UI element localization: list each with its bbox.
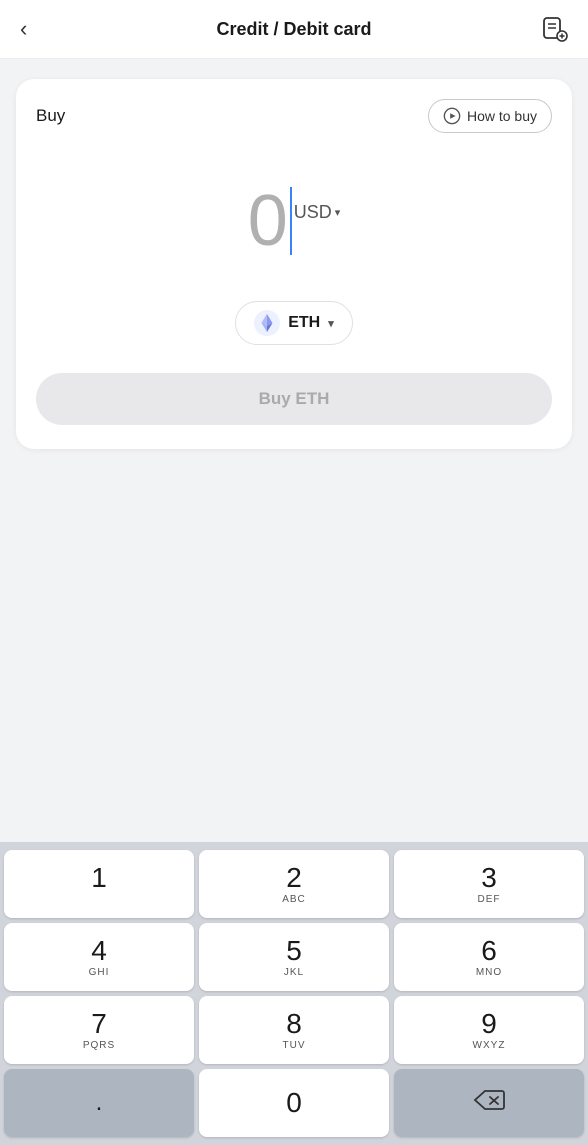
crypto-chevron-icon: ▾ [328,317,334,330]
chevron-down-icon: ▾ [335,206,341,219]
settings-icon [542,16,568,42]
crypto-selector[interactable]: ETH ▾ [235,301,353,345]
currency-selector[interactable]: USD ▾ [294,202,341,223]
key-9[interactable]: 9 WXYZ [394,996,584,1064]
currency-label: USD [294,202,332,223]
purchase-card: Buy How to buy 0 USD ▾ [16,79,572,449]
back-button[interactable]: ‹ [20,16,56,42]
key-6[interactable]: 6 MNO [394,923,584,991]
keyboard-row-3: 7 PQRS 8 TUV 9 WXYZ [4,996,584,1064]
key-backspace[interactable] [394,1069,584,1137]
keyboard-row-1: 1 2 ABC 3 DEF [4,850,584,918]
key-4[interactable]: 4 GHI [4,923,194,991]
buy-eth-button[interactable]: Buy ETH [36,373,552,425]
how-to-buy-button[interactable]: How to buy [428,99,552,133]
key-7[interactable]: 7 PQRS [4,996,194,1064]
eth-logo-icon [254,310,280,336]
settings-button[interactable] [532,16,568,42]
key-1[interactable]: 1 [4,850,194,918]
key-dot[interactable]: . [4,1069,194,1137]
how-to-buy-label: How to buy [467,108,537,124]
keyboard-row-4: . 0 [4,1069,584,1137]
key-5[interactable]: 5 JKL [199,923,389,991]
keyboard-row-2: 4 GHI 5 JKL 6 MNO [4,923,584,991]
amount-value: 0 [248,185,288,257]
key-2[interactable]: 2 ABC [199,850,389,918]
key-3[interactable]: 3 DEF [394,850,584,918]
amount-row: 0 USD ▾ [248,185,341,257]
play-icon [443,107,461,125]
header: ‹ Credit / Debit card [0,0,588,59]
card-top-row: Buy How to buy [36,99,552,133]
key-0[interactable]: 0 [199,1069,389,1137]
numpad-keyboard: 1 2 ABC 3 DEF 4 GHI 5 JKL 6 MNO 7 PQRS [0,842,588,1145]
key-8[interactable]: 8 TUV [199,996,389,1064]
backspace-icon [473,1089,505,1117]
crypto-symbol: ETH [288,314,320,332]
amount-area: 0 USD ▾ [36,161,552,281]
page-title: Credit / Debit card [216,19,371,40]
crypto-selector-wrap: ETH ▾ [36,301,552,345]
buy-label: Buy [36,106,65,126]
cursor-line [290,187,292,255]
